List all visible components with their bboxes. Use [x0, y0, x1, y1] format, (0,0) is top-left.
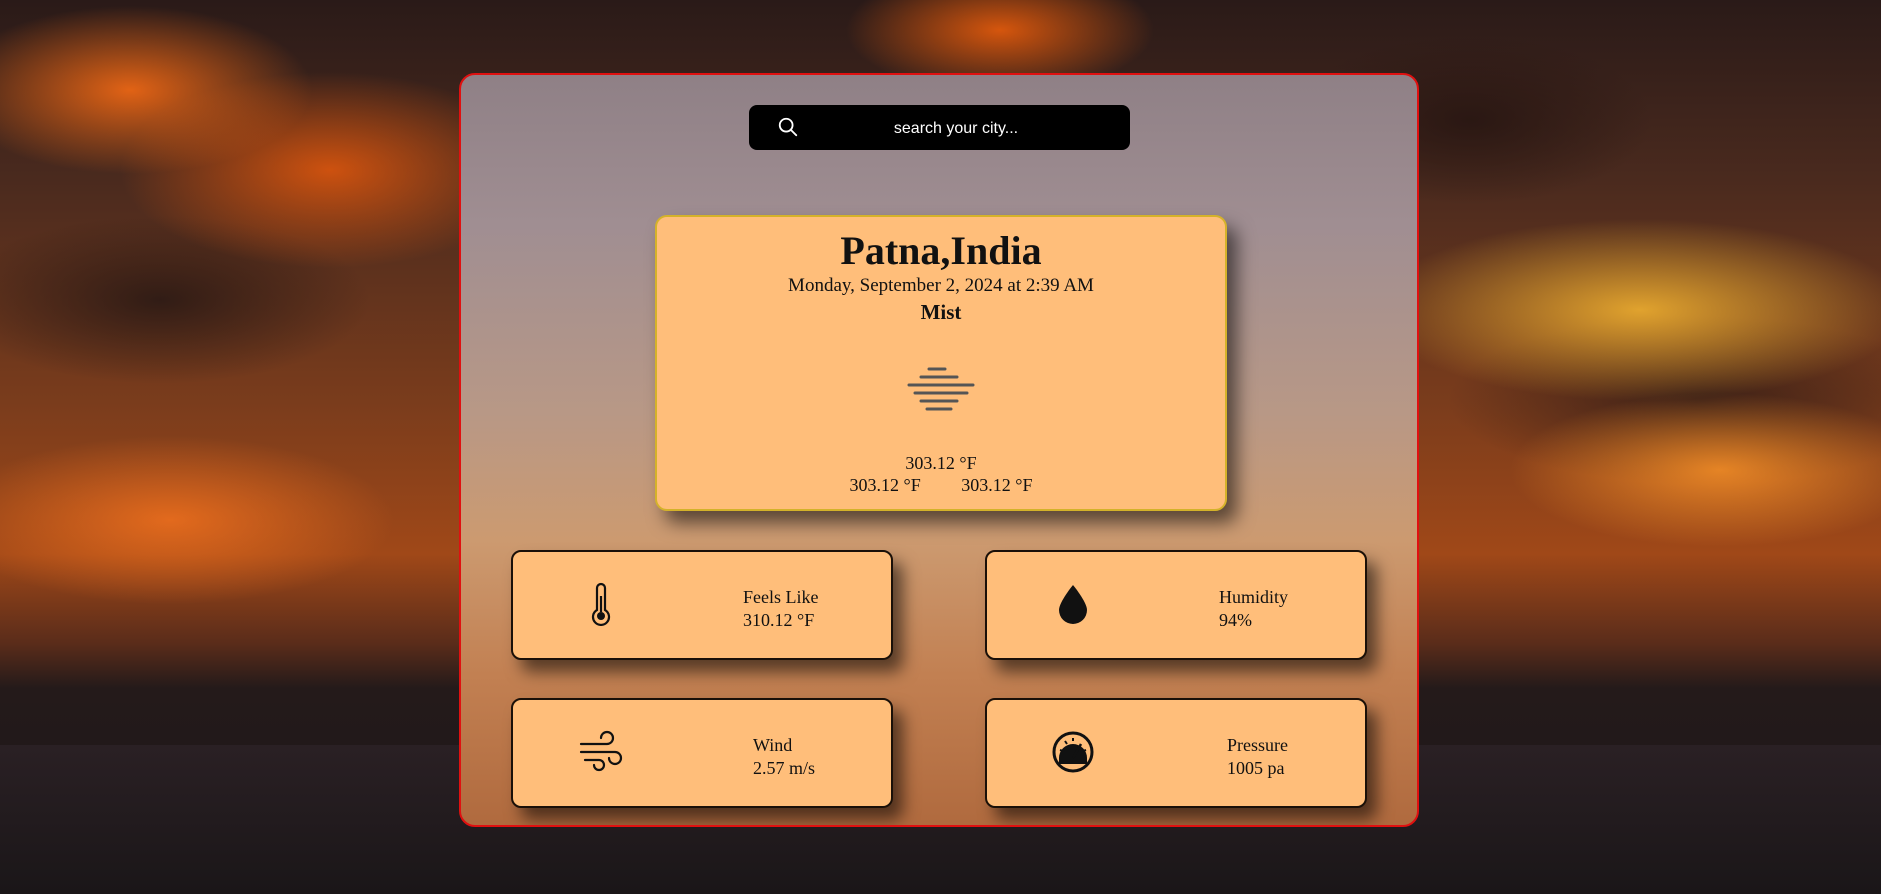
humidity-label: Humidity: [1219, 587, 1289, 607]
water-drop-icon: [1059, 585, 1087, 624]
min-temperature: 303.12 °F: [849, 475, 921, 495]
feels-like-label: Feels Like: [743, 587, 819, 607]
feels-like-value: 310.12 °F: [743, 610, 815, 630]
search-bar[interactable]: [749, 105, 1130, 152]
min-max-temperature: 303.12 °F 303.12 °F: [657, 475, 1225, 496]
wind-text: Wind 2.57 m/s: [753, 734, 815, 780]
feels-like-text: Feels Like 310.12 °F: [743, 586, 818, 632]
current-temperature: 303.12 °F: [905, 453, 977, 473]
gauge-icon: [1052, 731, 1094, 773]
wind-label: Wind: [753, 735, 793, 755]
pressure-value: 1005 pa: [1227, 758, 1285, 778]
search-input[interactable]: [809, 105, 1103, 152]
thermometer-icon: [591, 582, 611, 626]
feels-like-card: Feels Like 310.12 °F: [511, 550, 893, 660]
pressure-label: Pressure: [1227, 735, 1288, 755]
search-icon[interactable]: [777, 116, 799, 138]
pressure-text: Pressure 1005 pa: [1227, 734, 1288, 780]
weather-condition: Mist: [920, 300, 962, 324]
humidity-value: 94%: [1219, 610, 1252, 630]
city-name: Patna,India: [840, 228, 1042, 273]
date-time: Monday, September 2, 2024 at 2:39 AM: [788, 275, 1094, 296]
wind-value: 2.57 m/s: [753, 758, 816, 778]
wind-card: Wind 2.57 m/s: [511, 698, 893, 808]
humidity-card: Humidity 94%: [985, 550, 1367, 660]
current-weather-card: Patna,India Monday, September 2, 2024 at…: [655, 215, 1227, 511]
humidity-text: Humidity 94%: [1219, 586, 1288, 632]
mist-icon: [907, 367, 975, 411]
pressure-card: Pressure 1005 pa: [985, 698, 1367, 808]
weather-panel: Patna,India Monday, September 2, 2024 at…: [459, 73, 1419, 827]
wind-icon: [579, 730, 623, 772]
max-temperature: 303.12 °F: [961, 475, 1033, 495]
